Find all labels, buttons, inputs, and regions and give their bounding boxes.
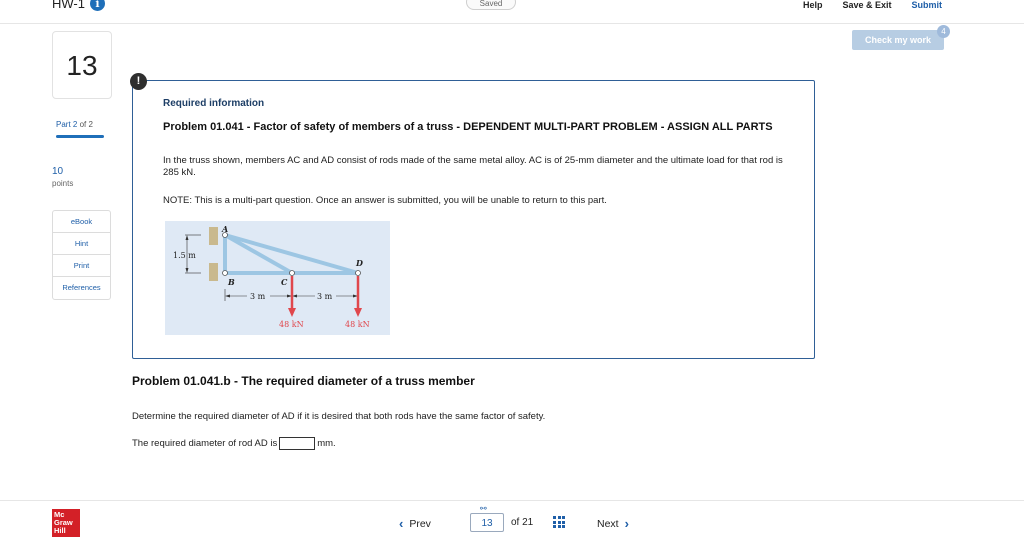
hint-link[interactable]: Hint — [53, 233, 110, 255]
load-c-label: 48 kN — [279, 320, 304, 329]
load-d-label: 48 kN — [345, 320, 370, 329]
member-ad — [224, 233, 359, 275]
chevron-left-icon: ‹ — [399, 516, 404, 531]
top-links: Help Save & Exit Submit — [803, 0, 942, 10]
current-page-box[interactable]: 13 — [470, 513, 504, 532]
load-d-arrow-head — [354, 308, 362, 317]
saved-status: Saved — [466, 0, 516, 10]
references-link[interactable]: References — [53, 277, 110, 299]
chevron-right-icon: › — [624, 516, 629, 531]
grid-view-icon[interactable] — [553, 516, 565, 528]
part-of: of 2 — [79, 120, 93, 129]
height-label: 1.5 m — [173, 251, 196, 260]
save-exit-link[interactable]: Save & Exit — [842, 0, 891, 10]
next-button[interactable]: Next › — [597, 516, 629, 531]
span-1-label: 3 m — [250, 292, 266, 301]
wall-support-bottom — [209, 263, 218, 281]
points-value: 10 — [52, 166, 64, 177]
joint-d — [355, 270, 361, 276]
prev-label: Prev — [409, 517, 431, 530]
problem-note: NOTE: This is a multi-part question. Onc… — [163, 195, 607, 206]
part-current: Part 2 — [56, 120, 78, 129]
label-a: A — [221, 224, 228, 234]
next-label: Next — [597, 517, 619, 530]
truss-diagram: A B C D 1.5 m 3 m 3 m 48 kN 48 kN — [173, 224, 370, 329]
help-link[interactable]: Help — [803, 0, 823, 10]
answer-prefix: The required diameter of rod AD is — [132, 438, 278, 449]
joint-b — [222, 270, 228, 276]
part-indicator: Part 2 of 2 — [56, 120, 93, 129]
wall-support-top — [209, 227, 218, 245]
member-ac — [224, 233, 293, 275]
assignment-title: HW-1 i — [52, 0, 105, 11]
problem-text: In the truss shown, members AC and AD co… — [163, 155, 783, 178]
submit-link[interactable]: Submit — [912, 0, 943, 10]
print-link[interactable]: Print — [53, 255, 110, 277]
diameter-answer-input[interactable] — [279, 437, 316, 450]
check-my-work-button[interactable]: Check my work — [852, 30, 944, 50]
info-icon[interactable]: i — [89, 0, 105, 11]
points-label: points — [52, 179, 74, 188]
label-b: B — [227, 277, 235, 287]
prev-button[interactable]: ‹ Prev — [399, 516, 431, 531]
load-c-arrow-head — [288, 308, 296, 317]
label-d: D — [355, 258, 363, 268]
question-prompt: Determine the required diameter of AD if… — [132, 411, 546, 422]
question-number: 13 — [52, 31, 112, 99]
span-1-arrow-left — [225, 294, 230, 298]
part-title: Problem 01.041.b - The required diameter… — [132, 374, 475, 388]
alert-icon: ! — [130, 73, 147, 90]
label-c: C — [281, 277, 288, 287]
truss-figure: A B C D 1.5 m 3 m 3 m 48 kN 48 kN — [165, 221, 390, 335]
height-arrow-up — [185, 235, 189, 240]
mcgraw-hill-logo: Mc Graw Hill — [52, 509, 80, 537]
answer-unit: mm. — [317, 438, 336, 449]
page-total: of 21 — [511, 517, 534, 528]
required-info-heading: Required information — [163, 98, 265, 109]
part-progress-bar — [56, 135, 104, 138]
check-attempts-badge: 4 — [937, 25, 950, 38]
ebook-link[interactable]: eBook — [53, 211, 110, 233]
problem-title: Problem 01.041 - Factor of safety of mem… — [163, 121, 773, 133]
span-2-label: 3 m — [317, 292, 333, 301]
top-bar: HW-1 i Saved Help Save & Exit Submit — [0, 0, 1024, 24]
joint-c — [289, 270, 295, 276]
tools-panel: eBook Hint Print References — [52, 210, 111, 300]
assignment-title-text: HW-1 — [52, 0, 85, 11]
answer-line: The required diameter of rod AD is mm. — [132, 437, 336, 450]
height-arrow-down — [185, 268, 189, 273]
logo-line-3: Hill — [54, 526, 66, 535]
link-icon: ⚯ — [480, 504, 487, 513]
